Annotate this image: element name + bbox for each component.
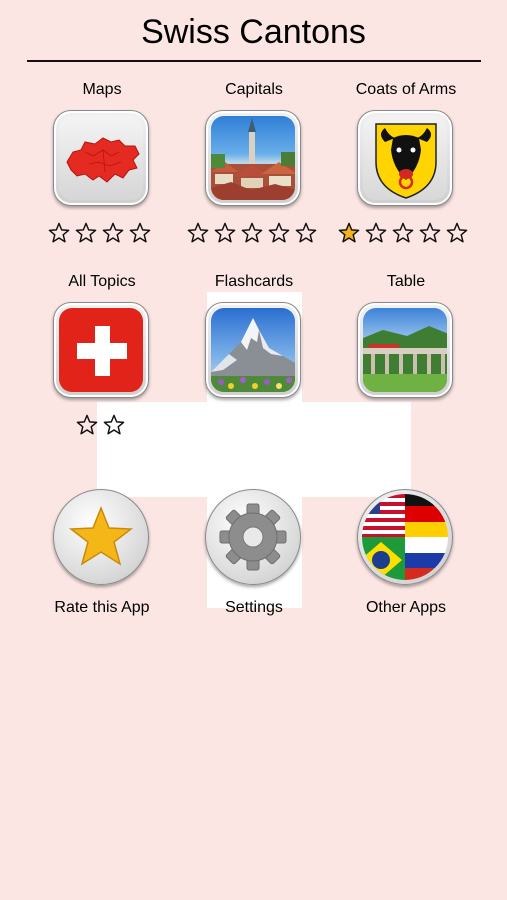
empty-star-icon <box>48 222 70 244</box>
empty-star-icon <box>129 222 151 244</box>
swiss-flag-icon <box>77 326 127 376</box>
title-divider <box>27 60 481 62</box>
empty-star-icon <box>419 222 441 244</box>
background-cross-horizontal <box>97 402 411 497</box>
maps-rating <box>46 222 154 248</box>
empty-star-icon <box>268 222 290 244</box>
matterhorn-photo-icon <box>211 318 295 392</box>
coats-of-arms-rating <box>336 222 471 248</box>
menu-item-maps[interactable]: Maps <box>26 80 178 100</box>
all-topics-button[interactable] <box>53 302 149 398</box>
page-title: Swiss Cantons <box>141 13 366 51</box>
empty-star-icon <box>241 222 263 244</box>
menu-item-flashcards[interactable]: Flashcards <box>178 272 330 292</box>
empty-star-icon <box>103 414 125 436</box>
empty-star-icon <box>76 414 98 436</box>
menu-item-label: Flashcards <box>214 273 294 290</box>
empty-star-icon <box>187 222 209 244</box>
capitals-rating <box>185 222 320 248</box>
flags-icon <box>362 494 448 580</box>
filled-star-icon <box>338 222 360 244</box>
menu-item-label: Coats of Arms <box>355 81 457 98</box>
menu-item-label: All Topics <box>68 273 136 290</box>
coats-of-arms-button[interactable] <box>357 110 453 206</box>
empty-star-icon <box>365 222 387 244</box>
flashcards-button[interactable] <box>205 302 301 398</box>
menu-item-all-topics[interactable]: All Topics <box>26 272 178 292</box>
switzerland-map-icon <box>66 137 140 183</box>
empty-star-icon <box>75 222 97 244</box>
menu-item-coats-of-arms[interactable]: Coats of Arms <box>330 80 482 100</box>
empty-star-icon <box>214 222 236 244</box>
city-photo-icon <box>211 118 295 200</box>
menu-item-table[interactable]: Table <box>330 272 482 292</box>
viaduct-photo-icon <box>363 326 447 392</box>
table-button[interactable] <box>357 302 453 398</box>
empty-star-icon <box>102 222 124 244</box>
other-apps-button[interactable] <box>357 489 453 585</box>
empty-star-icon <box>446 222 468 244</box>
maps-button[interactable] <box>53 110 149 206</box>
coat-of-arms-icon <box>375 123 437 199</box>
menu-item-label: Table <box>386 273 426 290</box>
settings-button[interactable] <box>205 489 301 585</box>
all-topics-rating <box>74 414 128 440</box>
settings-label[interactable]: Settings <box>178 598 330 618</box>
empty-star-icon <box>295 222 317 244</box>
star-icon <box>68 505 134 566</box>
capitals-button[interactable] <box>205 110 301 206</box>
empty-star-icon <box>392 222 414 244</box>
gear-icon <box>219 503 287 571</box>
rate-app-label[interactable]: Rate this App <box>26 598 178 618</box>
menu-item-capitals[interactable]: Capitals <box>178 80 330 100</box>
other-apps-label[interactable]: Other Apps <box>330 598 482 618</box>
menu-item-label: Capitals <box>225 81 283 98</box>
rate-app-button[interactable] <box>53 489 149 585</box>
menu-item-label: Maps <box>82 81 122 98</box>
